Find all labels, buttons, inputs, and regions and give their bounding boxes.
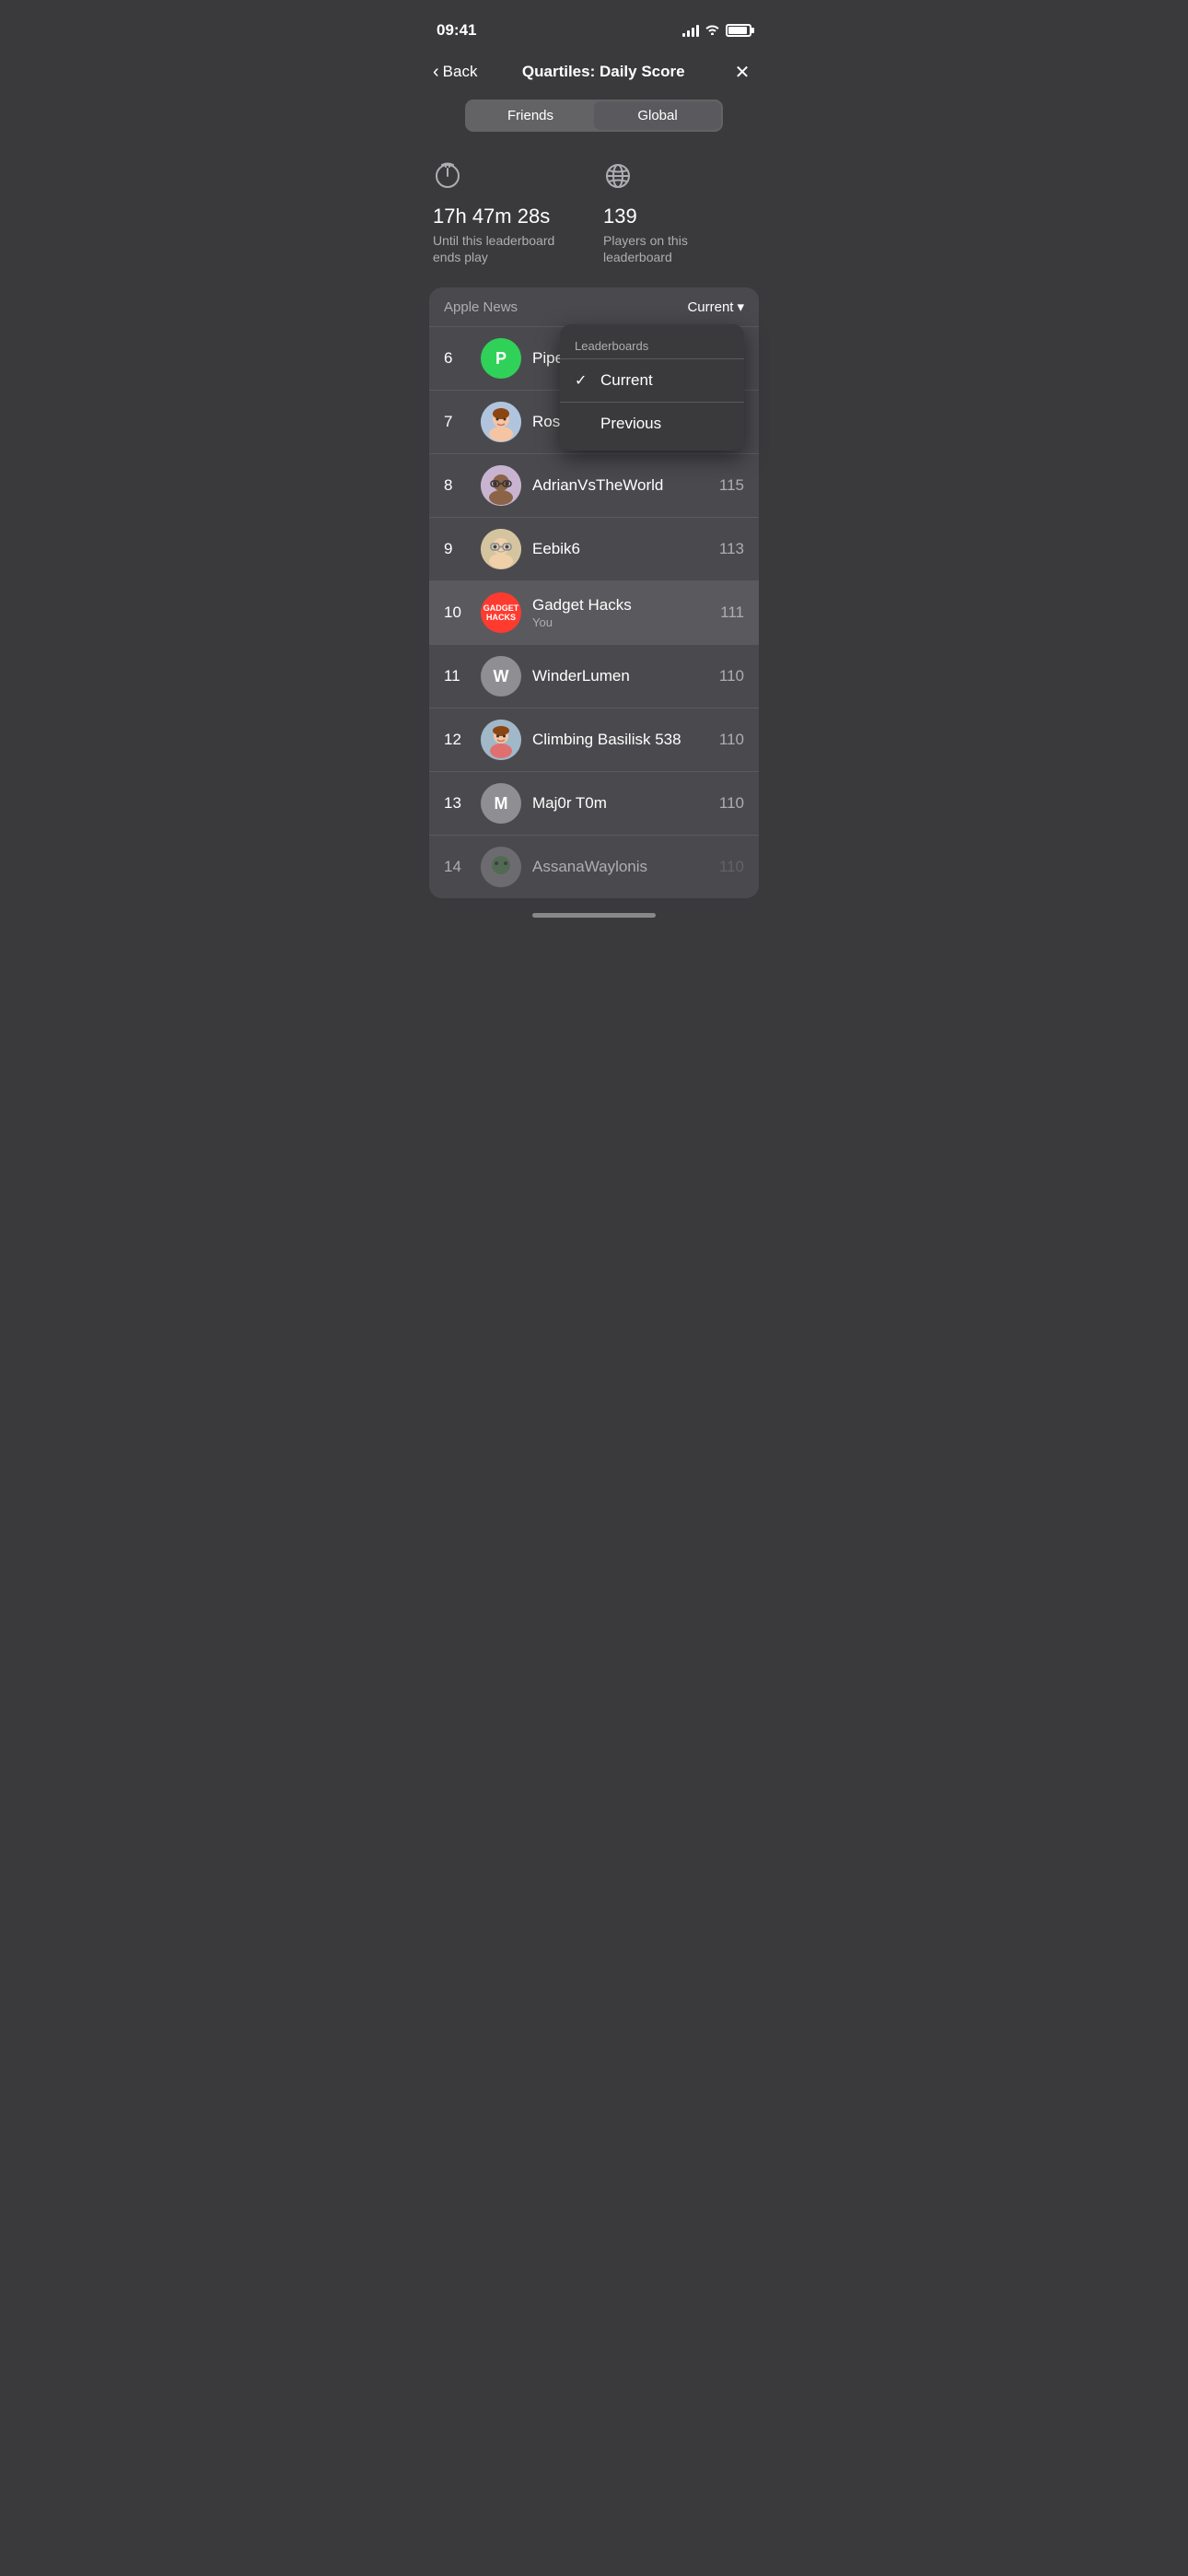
filter-label: Current [687,299,733,315]
home-bar [532,913,656,918]
player-score: 110 [719,858,744,876]
chevron-left-icon: ‹ [433,62,439,83]
dropdown-divider-2 [560,402,744,403]
player-name: AdrianVsTheWorld [532,476,708,495]
leaderboard-source: Apple News [444,299,518,315]
timer-label: Until this leaderboardends play [433,232,585,265]
avatar: P [481,338,521,379]
segment-control: Friends Global [465,100,723,132]
stat-players: 139 Players on this leaderboard [603,161,755,265]
signal-icon [682,24,699,37]
player-info: AdrianVsTheWorld [532,476,708,495]
player-name: Eebik6 [532,540,708,558]
player-score: 113 [719,540,744,558]
player-name: WinderLumen [532,667,708,685]
players-value: 139 [603,205,755,228]
player-rank: 9 [444,540,470,558]
player-info: AssanaWaylonis [532,858,708,876]
table-row[interactable]: 10 GADGETHACKS Gadget HacksYou 111 [429,581,759,645]
player-info: Gadget HacksYou [532,596,709,629]
back-label: Back [443,63,478,81]
battery-icon [726,24,751,37]
status-icons [682,23,751,38]
player-info: Climbing Basilisk 538 [532,731,708,749]
avatar [481,402,521,442]
stat-timer: 17h 47m 28s Until this leaderboardends p… [433,161,585,265]
segment-container: Friends Global [414,92,774,146]
leaderboard-header: Apple News Current ▾ Leaderboards ✓ Curr… [429,287,759,327]
chevron-down-icon: ▾ [737,299,744,315]
dropdown-divider [560,358,744,359]
page-title: Quartiles: Daily Score [522,63,685,81]
table-row[interactable]: 8 AdrianVsTheWorld 115 [429,454,759,518]
leaderboard-container: Apple News Current ▾ Leaderboards ✓ Curr… [429,287,759,898]
player-rank: 12 [444,731,470,749]
avatar [481,465,521,506]
player-info: Maj0r T0m [532,794,708,813]
segment-global[interactable]: Global [594,101,721,130]
leaderboard-filter-button[interactable]: Current ▾ Leaderboards ✓ Current ✓ Previ… [687,299,744,315]
player-rank: 8 [444,476,470,495]
avatar [481,720,521,760]
timer-value: 17h 47m 28s [433,205,585,228]
player-score: 111 [720,603,744,622]
segment-friends[interactable]: Friends [467,101,594,130]
close-button[interactable]: ✕ [729,59,755,85]
player-name: AssanaWaylonis [532,858,708,876]
wifi-icon [705,23,720,38]
dropdown-previous-label: Previous [600,415,661,433]
player-score: 115 [719,476,744,495]
player-rank: 11 [444,667,470,685]
player-score: 110 [719,794,744,813]
avatar: GADGETHACKS [481,592,521,633]
player-info: WinderLumen [532,667,708,685]
player-rank: 10 [444,603,470,622]
table-row[interactable]: 14 AssanaWaylonis 110 [429,836,759,898]
timer-icon [433,161,585,197]
check-icon: ✓ [575,371,593,390]
back-button[interactable]: ‹ Back [433,62,477,83]
dropdown-current-label: Current [600,371,653,390]
home-indicator [414,898,774,925]
nav-bar: ‹ Back Quartiles: Daily Score ✕ [414,48,774,92]
close-icon: ✕ [735,61,751,84]
avatar [481,529,521,569]
player-rank: 13 [444,794,470,813]
avatar [481,847,521,887]
player-subtitle: You [532,615,709,629]
players-label: Players on this leaderboard [603,232,755,265]
avatar: M [481,783,521,824]
table-row[interactable]: 12 Climbing Basilisk 538 110 [429,708,759,772]
player-info: Eebik6 [532,540,708,558]
table-row[interactable]: 9 Eebik6 113 [429,518,759,581]
status-time: 09:41 [437,21,476,40]
dropdown-menu: Leaderboards ✓ Current ✓ Previous [560,324,744,451]
player-name: Maj0r T0m [532,794,708,813]
player-rank: 6 [444,349,470,368]
player-rank: 14 [444,858,470,876]
stats-row: 17h 47m 28s Until this leaderboardends p… [414,146,774,287]
player-name: Gadget Hacks [532,596,709,615]
globe-icon [603,161,755,197]
player-name: Climbing Basilisk 538 [532,731,708,749]
dropdown-section-label: Leaderboards [560,332,744,357]
table-row[interactable]: 11 W WinderLumen 110 [429,645,759,708]
dropdown-item-current[interactable]: ✓ Current [560,361,744,400]
player-score: 110 [719,667,744,685]
player-score: 110 [719,731,744,749]
table-row[interactable]: 13 M Maj0r T0m 110 [429,772,759,836]
dropdown-item-previous[interactable]: ✓ Previous [560,404,744,443]
avatar: W [481,656,521,697]
player-rank: 7 [444,413,470,431]
status-bar: 09:41 [414,0,774,48]
